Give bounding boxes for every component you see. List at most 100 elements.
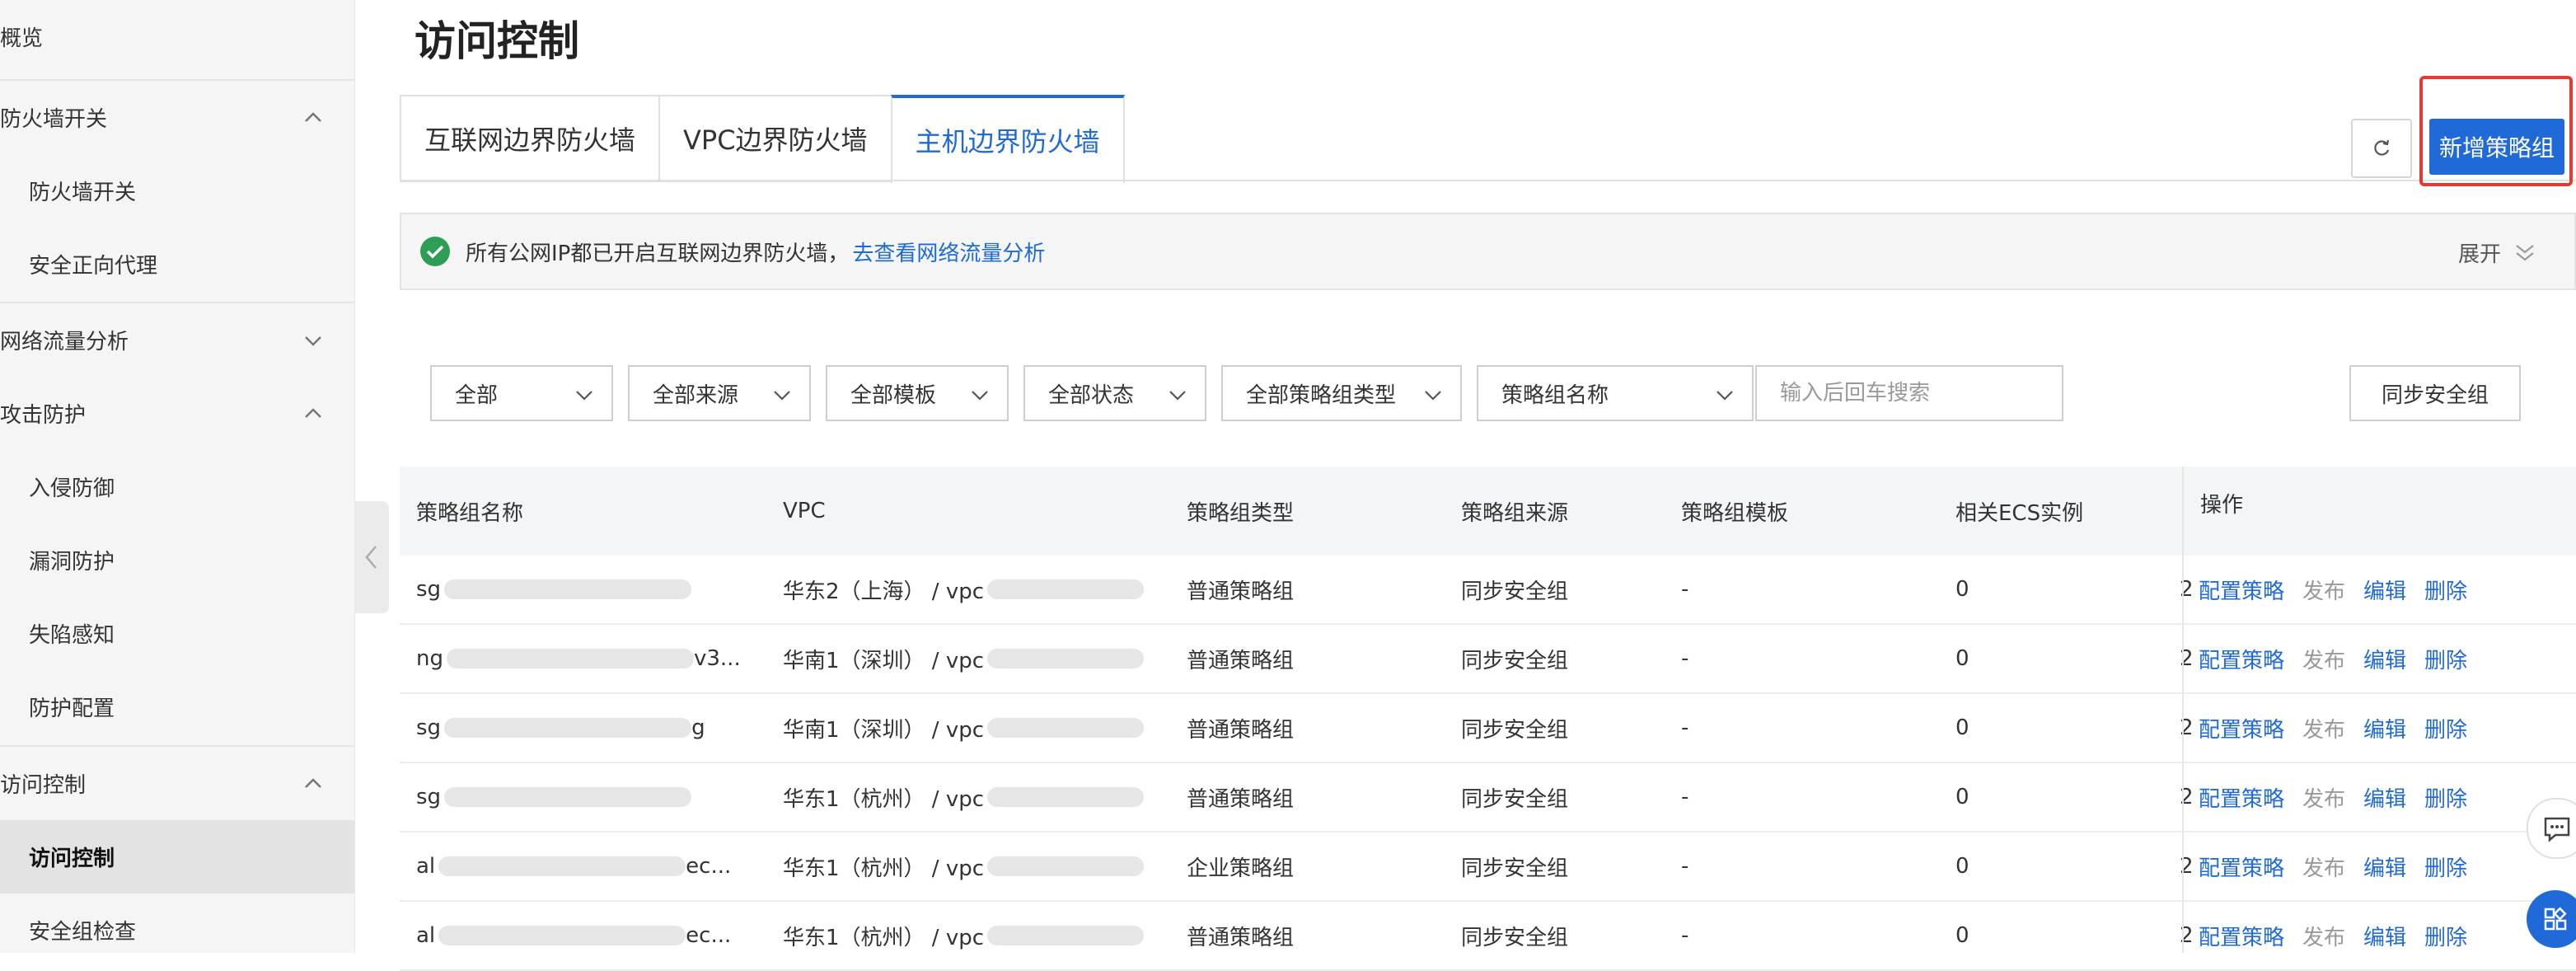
cell-name-suffix: ec...	[686, 854, 732, 879]
tab-internet-firewall[interactable]: 互联网边界防火墙	[400, 95, 659, 182]
apps-icon	[2544, 907, 2567, 931]
tab-vpc-firewall[interactable]: VPC边界防火墙	[658, 95, 891, 182]
redacted-mask	[987, 787, 1145, 807]
chevron-down-icon	[1717, 391, 1733, 401]
redacted-mask	[444, 579, 692, 599]
cell-type: 普通策略组	[1187, 786, 1295, 812]
cell-name-suffix: g	[691, 715, 705, 740]
sync-security-group-button[interactable]: 同步安全组	[2349, 365, 2521, 421]
expand-toggle[interactable]: 展开	[2458, 237, 2537, 268]
column-header: 策略组名称	[416, 500, 524, 526]
chevron-down-icon	[1169, 391, 1186, 401]
filter-search-field[interactable]: 策略组名称	[1477, 365, 1754, 421]
cell-template: -	[1681, 854, 1689, 879]
chevron-down-icon	[774, 391, 790, 401]
sidebar-item-firewall-switch[interactable]: 防火墙开关	[0, 154, 354, 228]
cell-vpc: 华东1（杭州） / vpc	[783, 856, 985, 881]
sidebar-collapse-handle[interactable]	[354, 501, 389, 613]
cell-template: -	[1681, 923, 1689, 948]
tab-divider	[400, 180, 2576, 181]
sidebar-group-traffic-analysis[interactable]: 网络流量分析	[0, 303, 354, 377]
sidebar-item-security-group-check[interactable]: 安全组检查	[0, 894, 354, 967]
cell-name: ng	[416, 646, 443, 671]
column-header: VPC	[783, 499, 826, 523]
redacted-mask	[438, 856, 686, 876]
chevron-down-icon	[1425, 391, 1441, 401]
redacted-mask	[987, 926, 1145, 945]
chat-float-button[interactable]	[2527, 798, 2576, 859]
highlight-box	[2419, 76, 2573, 186]
filter-status[interactable]: 全部状态	[1023, 365, 1206, 421]
cell-name: sg	[416, 785, 442, 809]
column-header: 相关ECS实例	[1955, 500, 2084, 526]
cell-ecs-count: 0	[1955, 785, 1969, 809]
redacted-mask	[987, 856, 1145, 876]
refresh-button[interactable]	[2351, 119, 2412, 178]
message-icon	[2544, 817, 2570, 842]
cell-type: 普通策略组	[1187, 717, 1295, 743]
column-header: 策略组来源	[1461, 500, 1569, 526]
search-input[interactable]	[1755, 365, 2063, 421]
cell-template: -	[1681, 646, 1689, 671]
tab-host-firewall[interactable]: 主机边界防火墙	[890, 95, 1125, 184]
cell-template: -	[1681, 577, 1689, 602]
cell-source: 同步安全组	[1461, 579, 1569, 604]
filter-group-type[interactable]: 全部策略组类型	[1221, 365, 1462, 421]
sidebar-group-access-control[interactable]: 访问控制	[0, 747, 354, 820]
cell-type: 普通策略组	[1187, 579, 1295, 604]
cell-source: 同步安全组	[1461, 786, 1569, 812]
cell-name-suffix: ec...	[686, 923, 732, 948]
sidebar-item-intrusion-prevention[interactable]: 入侵防御	[0, 450, 354, 523]
cell-name: al	[416, 854, 436, 879]
cell-ecs-count: 0	[1955, 715, 1969, 740]
sidebar-group-attack-protection[interactable]: 攻击防护	[0, 377, 354, 450]
filter-template[interactable]: 全部模板	[826, 365, 1009, 421]
cell-vpc: 华东1（杭州） / vpc	[783, 925, 985, 950]
cell-ecs-count: 0	[1955, 923, 1969, 948]
operations-column: 操作	[2182, 467, 2576, 953]
cell-name: al	[416, 923, 436, 948]
cell-vpc: 华东1（杭州） / vpc	[783, 786, 985, 812]
traffic-analysis-link[interactable]: 去查看网络流量分析	[852, 237, 1045, 267]
cell-type: 企业策略组	[1187, 856, 1295, 881]
chevron-up-icon	[305, 407, 321, 418]
cell-type: 普通策略组	[1187, 648, 1295, 673]
cell-name-suffix: v3...	[693, 646, 741, 671]
cell-ecs-count: 0	[1955, 577, 1969, 602]
sidebar-item-overview[interactable]: 概览	[0, 0, 354, 73]
sidebar: 概览 防火墙开关 防火墙开关 安全正向代理 网络流量分析 攻击防护 入侵防御 漏…	[0, 0, 355, 953]
sidebar-item-forward-proxy[interactable]: 安全正向代理	[0, 228, 354, 301]
cell-ecs-count: 0	[1955, 646, 1969, 671]
redacted-mask	[987, 718, 1145, 738]
cell-source: 同步安全组	[1461, 717, 1569, 743]
sidebar-item-vulnerability-protection[interactable]: 漏洞防护	[0, 523, 354, 597]
chevron-down-icon	[972, 391, 988, 401]
redacted-mask	[444, 787, 692, 807]
sidebar-item-protection-config[interactable]: 防护配置	[0, 670, 354, 743]
cell-vpc: 华南1（深圳） / vpc	[783, 648, 985, 673]
cell-source: 同步安全组	[1461, 856, 1569, 881]
redacted-mask	[987, 649, 1145, 668]
sidebar-group-firewall-switch[interactable]: 防火墙开关	[0, 81, 354, 154]
check-circle-icon	[420, 237, 450, 266]
redacted-mask	[446, 649, 694, 668]
column-header: 策略组类型	[1187, 500, 1295, 526]
chevron-down-icon	[305, 335, 321, 346]
chevron-up-icon	[305, 777, 321, 788]
cell-ecs-count: 0	[1955, 854, 1969, 879]
sidebar-item-breach-awareness[interactable]: 失陷感知	[0, 597, 354, 670]
cell-template: -	[1681, 715, 1689, 740]
filter-all[interactable]: 全部	[430, 365, 613, 421]
notice-text: 所有公网IP都已开启互联网边界防火墙，	[466, 241, 850, 266]
redacted-mask	[438, 926, 686, 945]
cell-source: 同步安全组	[1461, 925, 1569, 950]
cell-vpc: 华南1（深圳） / vpc	[783, 717, 985, 743]
filter-source[interactable]: 全部来源	[628, 365, 811, 421]
tab-bar: 互联网边界防火墙 VPC边界防火墙 主机边界防火墙	[400, 95, 1125, 184]
column-header: 策略组模板	[1681, 500, 1789, 526]
double-chevron-down-icon	[2516, 244, 2534, 260]
chevron-up-icon	[305, 111, 321, 122]
cell-vpc: 华东2（上海） / vpc	[783, 579, 985, 604]
redacted-mask	[444, 718, 692, 738]
sidebar-item-access-control[interactable]: 访问控制	[0, 820, 354, 894]
